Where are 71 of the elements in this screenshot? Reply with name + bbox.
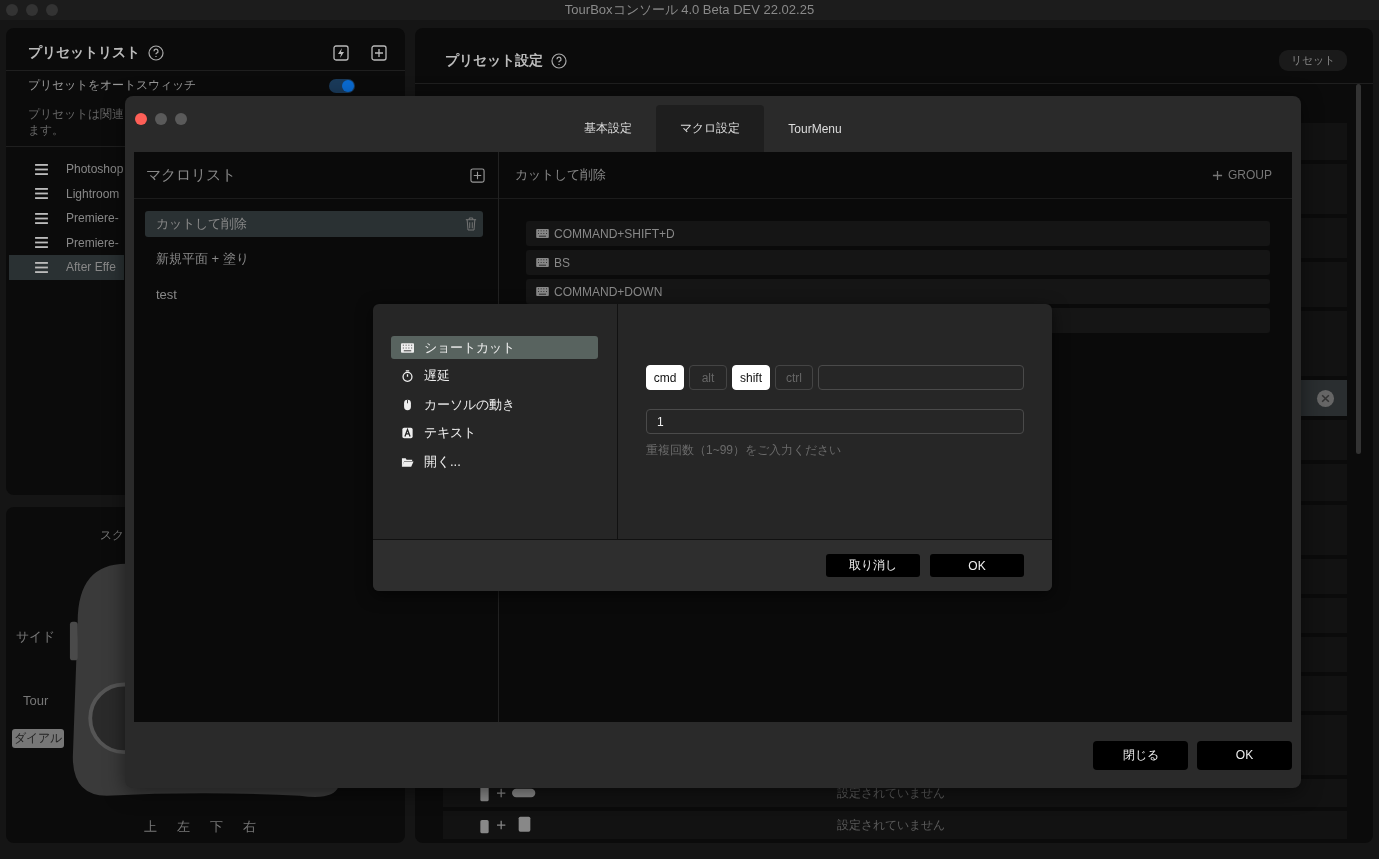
action-item[interactable]: ショートカット [391, 336, 598, 359]
preset-item[interactable]: Photoshop [9, 157, 124, 182]
drag-handle-icon[interactable] [35, 188, 48, 200]
macro-item[interactable]: 新規平面 + 塗り [145, 246, 483, 272]
tab[interactable]: マクロ設定 [656, 105, 765, 152]
description-text: プリセットは関連 [28, 106, 124, 122]
trash-icon[interactable] [465, 217, 477, 231]
reset-button[interactable]: リセット [1279, 50, 1347, 71]
device-button-label[interactable]: サイド [14, 627, 57, 647]
device-button-label[interactable]: ダイアル [12, 729, 64, 748]
dialog-button[interactable]: OK [930, 554, 1024, 577]
device-button-label: 左 [177, 818, 190, 836]
modifier-key[interactable]: cmd [646, 365, 684, 390]
add-icon[interactable] [371, 45, 387, 61]
macro-item[interactable]: カットして削除 [145, 211, 483, 237]
preset-item[interactable]: Lightroom [9, 181, 124, 206]
macro-step[interactable]: BS [526, 250, 1270, 275]
dialog-button[interactable]: OK [1197, 740, 1292, 770]
drag-handle-icon[interactable] [35, 163, 48, 175]
tab[interactable]: TourMenu [764, 105, 866, 152]
stopwatch-icon [401, 370, 414, 383]
key-field[interactable] [818, 365, 1024, 390]
macro-item[interactable]: test [145, 281, 483, 307]
status-text: 設定されていません [837, 816, 945, 834]
preset-item[interactable]: Premiere- [9, 230, 124, 255]
add-group-button[interactable]: GROUP [1204, 168, 1280, 182]
dialog-button[interactable]: 取り消し [826, 554, 920, 577]
window-title: TourBoxコンソール 4.0 Beta DEV 22.02.25 [564, 1, 815, 19]
panel-title: プリセット設定 [445, 51, 543, 70]
help-icon[interactable] [551, 52, 567, 69]
device-button-label: 上 [144, 818, 157, 836]
plus-icon [1212, 169, 1223, 181]
close-icon[interactable] [1316, 388, 1335, 408]
scrollbar[interactable] [1356, 84, 1361, 454]
device-button-label: 下 [210, 818, 223, 836]
macro-list-title: マクロリスト [146, 165, 236, 185]
preset-item[interactable]: After Effe [9, 255, 124, 280]
macro-step[interactable]: COMMAND+SHIFT+D [526, 221, 1270, 246]
drag-handle-icon[interactable] [35, 237, 48, 249]
action-item[interactable]: テキスト [391, 421, 598, 445]
hint-text: 重複回数（1~99）をご入力ください [646, 442, 843, 459]
preset-item[interactable]: Premiere- [9, 206, 124, 231]
keyboard-icon [536, 287, 549, 296]
toggle-switch[interactable] [329, 78, 355, 93]
action-item[interactable]: 遅延 [391, 364, 598, 388]
macro-step[interactable]: COMMAND+DOWN [526, 279, 1270, 304]
device-button-label[interactable]: Tour [21, 692, 51, 709]
action-item[interactable]: 開く... [391, 450, 598, 474]
keyboard-icon [536, 229, 549, 238]
keyboard-icon [536, 258, 549, 267]
keyboard-icon [401, 341, 414, 354]
modifier-key[interactable]: shift [732, 365, 770, 390]
close-button[interactable] [135, 113, 147, 125]
add-icon[interactable] [470, 167, 485, 183]
device-button-label: 右 [243, 818, 256, 836]
drag-handle-icon[interactable] [35, 261, 48, 273]
text-icon [401, 427, 414, 440]
folder-icon [401, 455, 414, 468]
panel-title: プリセットリスト [28, 44, 140, 62]
device-caption: スク [100, 527, 124, 544]
macro-name: カットして削除 [514, 166, 606, 184]
repeat-field[interactable]: 1 [646, 409, 1024, 434]
action-item[interactable]: カーソルの動き [391, 393, 598, 417]
lightning-icon[interactable] [333, 45, 349, 61]
drag-handle-icon[interactable] [35, 212, 48, 224]
description-text: ます。 [28, 122, 64, 138]
auto-switch-label: プリセットをオートスウィッチ [28, 77, 196, 94]
help-icon[interactable] [148, 45, 164, 61]
dialog-button[interactable]: 閉じる [1093, 740, 1188, 770]
tab[interactable]: 基本設定 [560, 105, 657, 152]
mouse-icon [401, 398, 414, 411]
